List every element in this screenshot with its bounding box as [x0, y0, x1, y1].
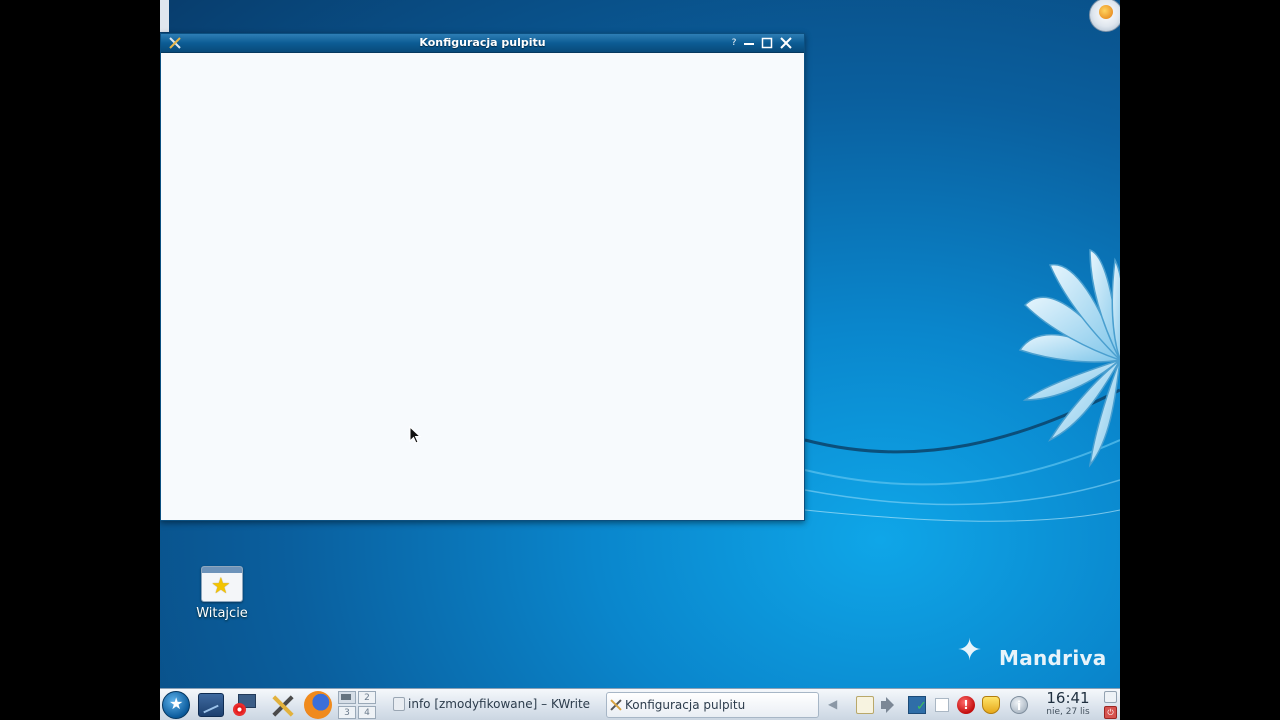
- desktop-toolbox-button[interactable]: [1089, 0, 1120, 32]
- desktop-icon-label: Witajcie: [196, 606, 248, 621]
- clock-time: 16:41: [1046, 689, 1090, 707]
- document-icon: [393, 697, 405, 711]
- star-launcher-icon: ★: [169, 694, 184, 713]
- network-icon[interactable]: ✓: [908, 696, 927, 714]
- maximize-button[interactable]: [759, 35, 775, 51]
- firefox-icon[interactable]: [304, 691, 332, 719]
- shield-icon[interactable]: [982, 696, 1000, 714]
- alert-icon[interactable]: !: [957, 696, 975, 714]
- task-label: Konfiguracja pulpitu: [625, 698, 746, 712]
- task-konfiguracja-pulpitu[interactable]: Konfiguracja pulpitu: [606, 692, 819, 718]
- application-launcher-button[interactable]: ★: [162, 691, 190, 719]
- clock-date: nie, 27 lis: [1046, 707, 1090, 717]
- configure-tools-icon[interactable]: [269, 693, 295, 717]
- computer-icon[interactable]: [233, 693, 259, 717]
- clock[interactable]: 16:41 nie, 27 lis: [1038, 690, 1098, 718]
- lock-screen-icon[interactable]: [1104, 691, 1117, 703]
- window-content-area[interactable]: [161, 54, 804, 520]
- toolbox-icon: [1099, 5, 1113, 19]
- info-icon[interactable]: i: [1010, 696, 1028, 714]
- pager-desktop-2[interactable]: 2: [358, 691, 376, 704]
- mandriva-logo-text: Mandriva: [999, 646, 1107, 670]
- minimize-icon: [744, 43, 754, 45]
- pager-desktop-4[interactable]: 4: [358, 706, 376, 719]
- pager-desktop-3[interactable]: 3: [338, 706, 356, 719]
- empty-box-icon[interactable]: [935, 698, 949, 712]
- help-button[interactable]: ?: [726, 35, 742, 51]
- maximize-icon: [761, 37, 773, 49]
- window-titlebar[interactable]: Konfiguracja pulpitu ?: [161, 34, 804, 53]
- mandriva-star-icon: ✦: [957, 633, 983, 668]
- task-label: info [zmodyfikowane] – KWrite: [408, 697, 591, 711]
- desktop[interactable]: ★ Witajcie ✦ Mandriva Konfiguracja pulpi…: [160, 0, 1120, 720]
- close-icon: [780, 37, 792, 49]
- volume-icon[interactable]: [879, 696, 897, 714]
- star-welcome-icon: ★: [201, 566, 243, 602]
- window-konfiguracja-pulpitu[interactable]: Konfiguracja pulpitu ?: [160, 33, 805, 521]
- configure-tools-icon: [610, 698, 622, 712]
- window-title: Konfiguracja pulpitu: [419, 36, 546, 49]
- close-button[interactable]: [778, 35, 794, 51]
- taskbar: ★ 2 3 4 info [zmodyfikowane] – KWrite Ko…: [160, 688, 1120, 720]
- desktop-icon-witajcie[interactable]: ★ Witajcie: [188, 566, 256, 621]
- show-desktop-icon[interactable]: [198, 693, 224, 717]
- desktop-pager: 2 3 4: [338, 691, 378, 719]
- minimize-button[interactable]: [741, 35, 757, 51]
- clipboard-icon[interactable]: [856, 696, 874, 714]
- pager-desktop-1[interactable]: [338, 691, 356, 704]
- logout-icon[interactable]: ⏻: [1104, 706, 1117, 719]
- expand-arrow-icon[interactable]: ◀: [828, 697, 846, 715]
- task-kwrite[interactable]: info [zmodyfikowane] – KWrite: [390, 692, 600, 718]
